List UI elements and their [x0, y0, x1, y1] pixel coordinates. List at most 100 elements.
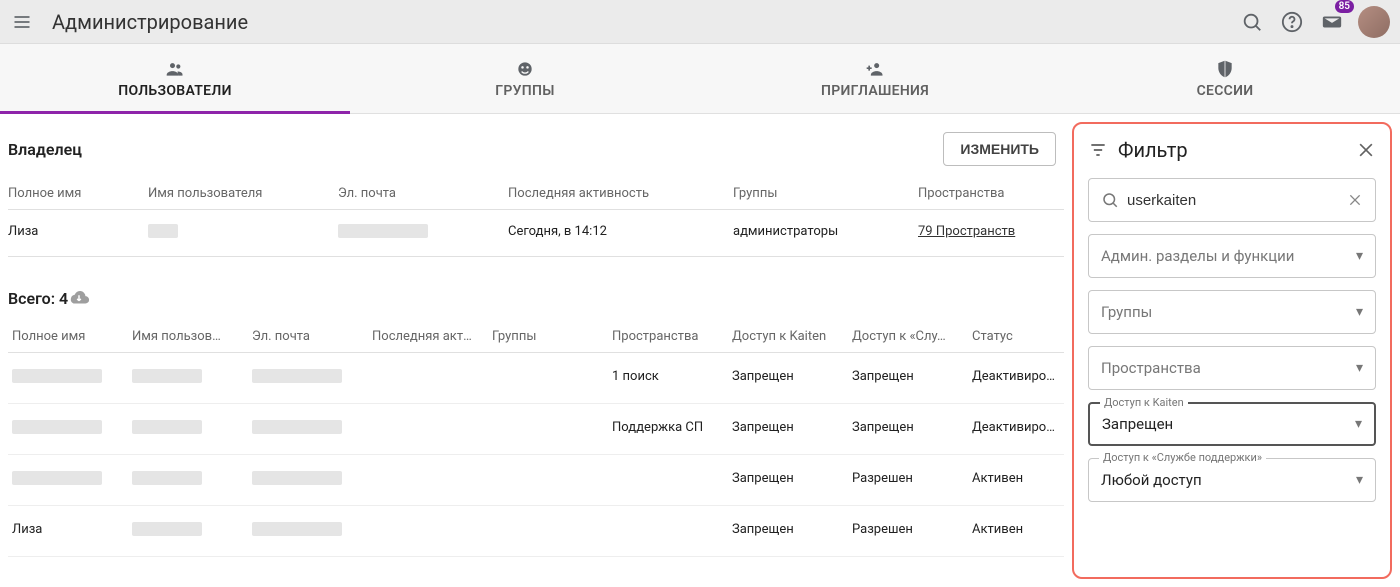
filter-support-access[interactable]: Доступ к «Службе поддержки» Любой доступ… [1088, 458, 1376, 502]
cell-spaces: 1 поиск [608, 353, 728, 404]
page-title: Администрирование [52, 10, 248, 34]
cell-support-access: Запрещен [848, 404, 968, 455]
tab-invites[interactable]: ПРИГЛАШЕНИЯ [700, 44, 1050, 113]
cell-spaces [608, 506, 728, 557]
chevron-down-icon: ▾ [1356, 304, 1363, 320]
col-support-access[interactable]: Доступ к «Слу… [848, 321, 968, 353]
filter-kaiten-access-float-label: Доступ к Kaiten [1100, 396, 1188, 409]
change-owner-button[interactable]: ИЗМЕНИТЬ [943, 132, 1056, 166]
filter-icon [1088, 140, 1108, 160]
tab-sessions[interactable]: СЕССИИ [1050, 44, 1400, 113]
users-table: Полное имя Имя пользов… Эл. почта Послед… [8, 321, 1064, 557]
filter-admin-sections-label: Админ. разделы и функции [1101, 247, 1356, 265]
cell-email [248, 506, 368, 557]
cell-kaiten-access: Запрещен [728, 506, 848, 557]
col-email: Эл. почта [338, 178, 508, 209]
col-kaiten-access[interactable]: Доступ к Kaiten [728, 321, 848, 353]
cell-email [248, 455, 368, 506]
tab-label: ПОЛЬЗОВАТЕЛИ [118, 83, 231, 99]
col-spaces[interactable]: Пространства [608, 321, 728, 353]
cell-groups [488, 455, 608, 506]
cell-spaces [608, 455, 728, 506]
filter-support-access-float-label: Доступ к «Службе поддержки» [1099, 451, 1266, 464]
owner-spaces[interactable]: 79 Пространств [918, 210, 1064, 256]
filter-support-access-value: Любой доступ [1101, 471, 1356, 489]
person-add-icon [864, 59, 886, 79]
cell-username [128, 506, 248, 557]
cell-last-activity [368, 455, 488, 506]
chevron-down-icon: ▾ [1356, 472, 1363, 488]
cell-full-name: Лиза [8, 506, 128, 557]
cell-support-access: Разрешен [848, 455, 968, 506]
search-icon[interactable] [1232, 2, 1272, 42]
filter-spaces[interactable]: Пространства ▾ [1088, 346, 1376, 390]
col-last-activity[interactable]: Последняя акт… [368, 321, 488, 353]
col-groups[interactable]: Группы [488, 321, 608, 353]
col-full-name[interactable]: Полное имя [8, 321, 128, 353]
tab-label: ПРИГЛАШЕНИЯ [821, 83, 929, 99]
groups-icon [514, 59, 536, 79]
cell-username [128, 353, 248, 404]
cell-kaiten-access: Запрещен [728, 404, 848, 455]
cell-status: Деактивиров… [968, 353, 1064, 404]
filter-kaiten-access-value: Запрещен [1102, 415, 1355, 433]
cloud-download-icon[interactable] [68, 287, 90, 309]
cell-kaiten-access: Запрещен [728, 455, 848, 506]
owner-table: Полное имя Имя пользователя Эл. почта По… [8, 178, 1064, 257]
filter-search-input[interactable] [1127, 192, 1347, 209]
cell-kaiten-access: Запрещен [728, 353, 848, 404]
filter-kaiten-access[interactable]: Доступ к Kaiten Запрещен ▾ [1088, 402, 1376, 446]
cell-full-name [8, 404, 128, 455]
owner-email [338, 210, 508, 256]
cell-support-access: Запрещен [848, 353, 968, 404]
cell-full-name [8, 455, 128, 506]
filter-groups-label: Группы [1101, 303, 1356, 321]
search-icon [1101, 191, 1119, 209]
tabs: ПОЛЬЗОВАТЕЛИ ГРУППЫ ПРИГЛАШЕНИЯ СЕССИИ [0, 44, 1400, 114]
filter-search-field[interactable] [1088, 178, 1376, 222]
mail-badge: 85 [1335, 0, 1354, 13]
close-icon[interactable] [1356, 140, 1376, 160]
cell-support-access: Разрешен [848, 506, 968, 557]
cell-groups [488, 353, 608, 404]
owner-section-title: Владелец [8, 140, 82, 159]
filter-title: Фильтр [1118, 138, 1346, 162]
owner-full-name: Лиза [8, 210, 148, 256]
owner-groups: администраторы [733, 210, 918, 256]
cell-email [248, 353, 368, 404]
avatar[interactable] [1358, 6, 1390, 38]
cell-last-activity [368, 506, 488, 557]
col-username[interactable]: Имя пользов… [128, 321, 248, 353]
cell-last-activity [368, 404, 488, 455]
col-spaces: Пространства [918, 178, 1064, 209]
chevron-down-icon: ▾ [1356, 248, 1363, 264]
col-status[interactable]: Статус [968, 321, 1064, 353]
cell-email [248, 404, 368, 455]
col-email[interactable]: Эл. почта [248, 321, 368, 353]
chevron-down-icon: ▾ [1355, 416, 1362, 432]
owner-username [148, 210, 338, 256]
col-last-activity: Последняя активность [508, 178, 733, 209]
app-header: Администрирование 85 [0, 0, 1400, 44]
cell-status: Деактивиров… [968, 404, 1064, 455]
owner-last-activity: Сегодня, в 14:12 [508, 210, 733, 256]
clear-icon[interactable] [1347, 192, 1363, 208]
content: Владелец ИЗМЕНИТЬ Полное имя Имя пользов… [0, 114, 1064, 587]
mail-icon[interactable]: 85 [1312, 2, 1352, 42]
filter-groups[interactable]: Группы ▾ [1088, 290, 1376, 334]
help-icon[interactable] [1272, 2, 1312, 42]
tab-users[interactable]: ПОЛЬЗОВАТЕЛИ [0, 44, 350, 113]
filter-spaces-label: Пространства [1101, 359, 1356, 377]
col-groups: Группы [733, 178, 918, 209]
cell-status: Активен [968, 506, 1064, 557]
col-username: Имя пользователя [148, 178, 338, 209]
cell-groups [488, 404, 608, 455]
menu-icon[interactable] [10, 10, 34, 34]
cell-last-activity [368, 353, 488, 404]
filter-admin-sections[interactable]: Админ. разделы и функции ▾ [1088, 234, 1376, 278]
cell-username [128, 455, 248, 506]
chevron-down-icon: ▾ [1356, 360, 1363, 376]
tab-label: СЕССИИ [1197, 83, 1254, 99]
tab-groups[interactable]: ГРУППЫ [350, 44, 700, 113]
filter-panel: Фильтр Админ. разделы и функции ▾ Группы… [1072, 122, 1392, 579]
